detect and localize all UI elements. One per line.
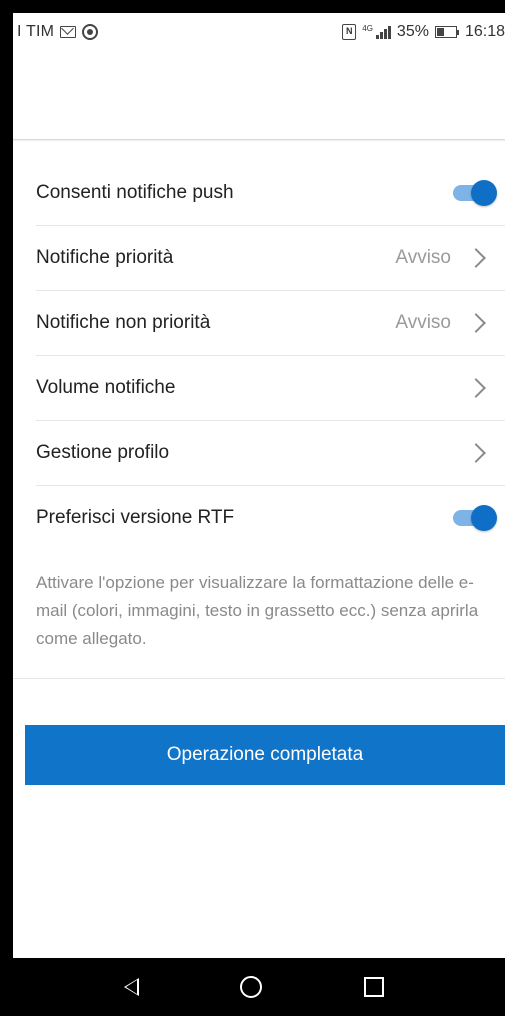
navigation-bar <box>13 958 505 1016</box>
nfc-icon: N <box>342 24 357 40</box>
back-icon[interactable] <box>123 978 139 996</box>
clock: 16:18 <box>464 23 505 40</box>
status-left: I TIM <box>17 23 99 41</box>
battery-icon <box>434 26 459 38</box>
mail-icon <box>60 26 77 38</box>
push-notifications-toggle[interactable] <box>453 180 497 206</box>
chevron-right-icon <box>466 443 486 463</box>
status-right: N 4G 35% 16:18 <box>342 23 505 41</box>
non-priority-notifications-value-wrap: Avviso <box>395 312 505 334</box>
chevron-right-icon <box>466 313 486 333</box>
non-priority-notifications-row[interactable]: Notifiche non priorità Avviso <box>36 291 505 356</box>
notification-volume-row[interactable]: Volume notifiche <box>36 356 505 421</box>
home-icon[interactable] <box>240 976 263 998</box>
recent-apps-icon[interactable] <box>364 977 385 997</box>
prefer-rtf-label: Preferisci versione RTF <box>36 507 235 528</box>
done-button[interactable]: Operazione completata <box>25 725 505 785</box>
chevron-right-icon <box>466 248 486 268</box>
priority-notifications-label: Notifiche priorità <box>36 247 174 268</box>
notification-icon <box>82 24 99 40</box>
push-notifications-row[interactable]: Consenti notifiche push <box>36 161 505 226</box>
settings-list: Consenti notifiche push Notifiche priori… <box>13 161 505 550</box>
priority-notifications-value-wrap: Avviso <box>395 247 505 269</box>
signal-icon: 4G <box>362 25 391 39</box>
priority-notifications-row[interactable]: Notifiche priorità Avviso <box>36 226 505 291</box>
screen: I TIM N 4G 35% 16:18 Consenti notifiche … <box>0 0 505 1016</box>
profile-management-row[interactable]: Gestione profilo <box>36 421 505 486</box>
non-priority-notifications-value: Avviso <box>395 312 451 333</box>
status-bar: I TIM N 4G 35% 16:18 <box>13 13 505 51</box>
battery-percent: 35% <box>396 23 429 40</box>
prefer-rtf-row[interactable]: Preferisci versione RTF <box>36 486 505 550</box>
chevron-right-icon <box>466 378 486 398</box>
network-type: 4G <box>362 24 373 33</box>
non-priority-notifications-label: Notifiche non priorità <box>36 312 211 333</box>
carrier-name: I TIM <box>17 23 55 40</box>
prefer-rtf-toggle[interactable] <box>453 505 497 531</box>
profile-management-value-wrap <box>451 443 505 463</box>
priority-notifications-value: Avviso <box>395 247 451 268</box>
section-divider <box>13 678 505 679</box>
rtf-description: Attivare l'opzione per visualizzare la f… <box>36 573 479 648</box>
notification-volume-value-wrap <box>451 378 505 398</box>
notification-volume-label: Volume notifiche <box>36 377 176 398</box>
app-header <box>13 51 505 140</box>
push-notifications-label: Consenti notifiche push <box>36 182 234 203</box>
profile-management-label: Gestione profilo <box>36 442 170 463</box>
